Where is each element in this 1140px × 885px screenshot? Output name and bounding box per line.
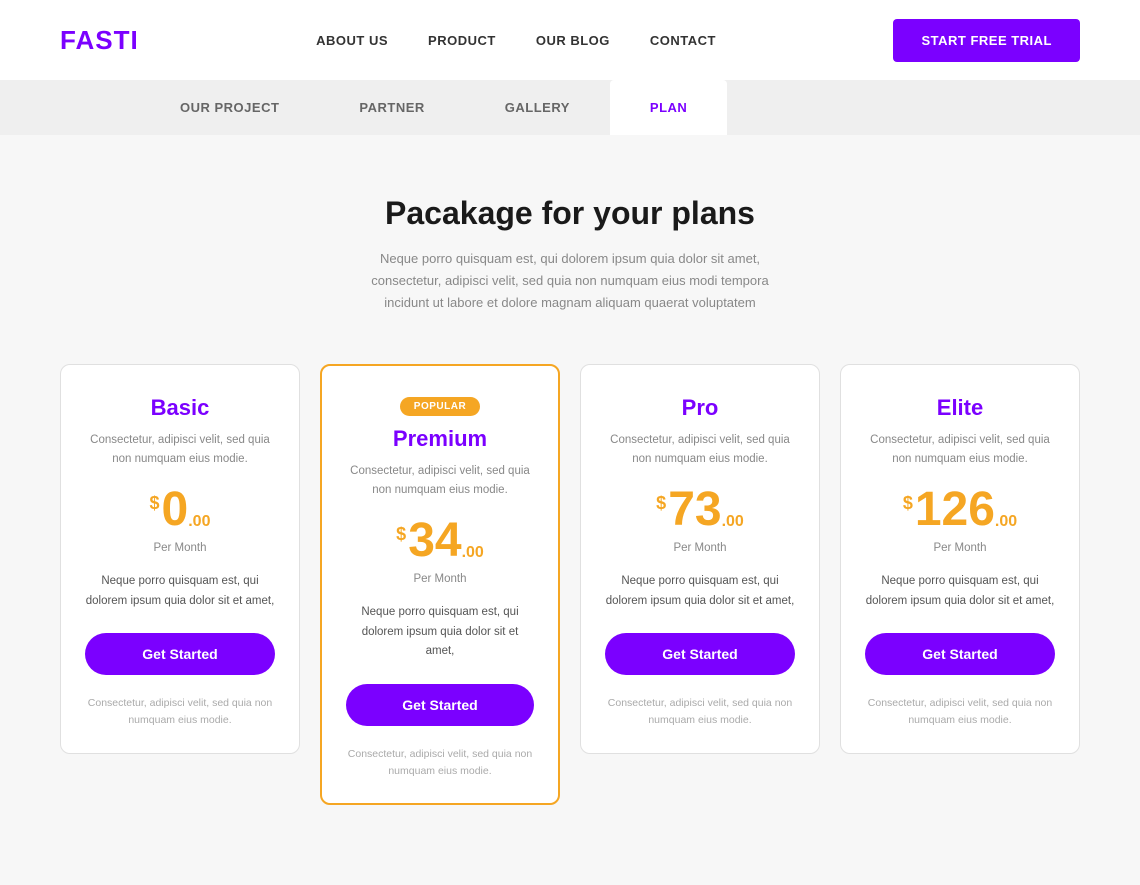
price-integer-basic: 0 bbox=[162, 486, 189, 534]
feature-elite: Neque porro quisquam est, qui dolorem ip… bbox=[865, 572, 1055, 611]
price-symbol-pro: $ bbox=[656, 494, 666, 512]
price-decimal-elite: .00 bbox=[995, 514, 1017, 530]
plan-title-basic: Basic bbox=[85, 395, 275, 421]
feature-basic: Neque porro quisquam est, qui dolorem ip… bbox=[85, 572, 275, 611]
pricing-cards: Basic Consectetur, adipisci velit, sed q… bbox=[60, 364, 1080, 805]
footer-basic: Consectetur, adipisci velit, sed quia no… bbox=[85, 695, 275, 729]
nav-contact[interactable]: CONTACT bbox=[650, 33, 716, 48]
price-block-pro: $73.00 bbox=[605, 486, 795, 534]
plan-title-premium: Premium bbox=[346, 426, 534, 452]
plan-card-pro: Pro Consectetur, adipisci velit, sed qui… bbox=[580, 364, 820, 753]
price-pro: $73.00 bbox=[656, 486, 744, 534]
plan-desc-premium: Consectetur, adipisci velit, sed quia no… bbox=[346, 462, 534, 499]
per-month-pro: Per Month bbox=[605, 542, 795, 554]
plan-card-basic: Basic Consectetur, adipisci velit, sed q… bbox=[60, 364, 300, 753]
price-integer-pro: 73 bbox=[668, 486, 721, 534]
logo: FASTI bbox=[60, 25, 139, 56]
get-started-basic[interactable]: Get Started bbox=[85, 633, 275, 675]
plan-desc-basic: Consectetur, adipisci velit, sed quia no… bbox=[85, 431, 275, 468]
nav-product[interactable]: PRODUCT bbox=[428, 33, 496, 48]
get-started-elite[interactable]: Get Started bbox=[865, 633, 1055, 675]
get-started-pro[interactable]: Get Started bbox=[605, 633, 795, 675]
price-block-elite: $126.00 bbox=[865, 486, 1055, 534]
per-month-elite: Per Month bbox=[865, 542, 1055, 554]
section-title: Pacakage for your plans bbox=[60, 195, 1080, 232]
price-symbol-elite: $ bbox=[903, 494, 913, 512]
price-decimal-pro: .00 bbox=[722, 514, 744, 530]
per-month-basic: Per Month bbox=[85, 542, 275, 554]
price-symbol-basic: $ bbox=[150, 494, 160, 512]
plan-desc-elite: Consectetur, adipisci velit, sed quia no… bbox=[865, 431, 1055, 468]
nav-about-us[interactable]: ABOUT US bbox=[316, 33, 388, 48]
popular-badge-premium: POPULAR bbox=[400, 397, 480, 416]
section-subtitle: Neque porro quisquam est, qui dolorem ip… bbox=[360, 248, 780, 314]
tab-our-project[interactable]: OUR PROJECT bbox=[140, 80, 319, 135]
price-integer-elite: 126 bbox=[915, 486, 995, 534]
tab-gallery[interactable]: GALLERY bbox=[465, 80, 610, 135]
footer-elite: Consectetur, adipisci velit, sed quia no… bbox=[865, 695, 1055, 729]
feature-premium: Neque porro quisquam est, qui dolorem ip… bbox=[346, 603, 534, 662]
price-integer-premium: 34 bbox=[408, 517, 461, 565]
plan-title-pro: Pro bbox=[605, 395, 795, 421]
tabs-container: OUR PROJECT PARTNER GALLERY PLAN bbox=[140, 80, 1000, 135]
plan-desc-pro: Consectetur, adipisci velit, sed quia no… bbox=[605, 431, 795, 468]
get-started-premium[interactable]: Get Started bbox=[346, 684, 534, 726]
start-free-trial-button[interactable]: START FREE TRIAL bbox=[893, 19, 1080, 62]
tab-plan[interactable]: PLAN bbox=[610, 80, 727, 135]
per-month-premium: Per Month bbox=[346, 573, 534, 585]
price-decimal-premium: .00 bbox=[462, 545, 484, 561]
price-decimal-basic: .00 bbox=[188, 514, 210, 530]
tabs-section: OUR PROJECT PARTNER GALLERY PLAN bbox=[0, 80, 1140, 135]
main-nav: ABOUT US PRODUCT OUR BLOG CONTACT bbox=[316, 33, 716, 48]
header: FASTI ABOUT US PRODUCT OUR BLOG CONTACT … bbox=[0, 0, 1140, 80]
price-symbol-premium: $ bbox=[396, 525, 406, 543]
nav-our-blog[interactable]: OUR BLOG bbox=[536, 33, 610, 48]
plan-card-elite: Elite Consectetur, adipisci velit, sed q… bbox=[840, 364, 1080, 753]
feature-pro: Neque porro quisquam est, qui dolorem ip… bbox=[605, 572, 795, 611]
price-block-premium: $34.00 bbox=[346, 517, 534, 565]
price-elite: $126.00 bbox=[903, 486, 1017, 534]
main-content: Pacakage for your plans Neque porro quis… bbox=[40, 135, 1100, 885]
tab-partner[interactable]: PARTNER bbox=[319, 80, 464, 135]
price-basic: $0.00 bbox=[150, 486, 211, 534]
price-premium: $34.00 bbox=[396, 517, 484, 565]
plan-title-elite: Elite bbox=[865, 395, 1055, 421]
footer-premium: Consectetur, adipisci velit, sed quia no… bbox=[346, 746, 534, 780]
footer-pro: Consectetur, adipisci velit, sed quia no… bbox=[605, 695, 795, 729]
plan-card-premium: POPULAR Premium Consectetur, adipisci ve… bbox=[320, 364, 560, 805]
price-block-basic: $0.00 bbox=[85, 486, 275, 534]
